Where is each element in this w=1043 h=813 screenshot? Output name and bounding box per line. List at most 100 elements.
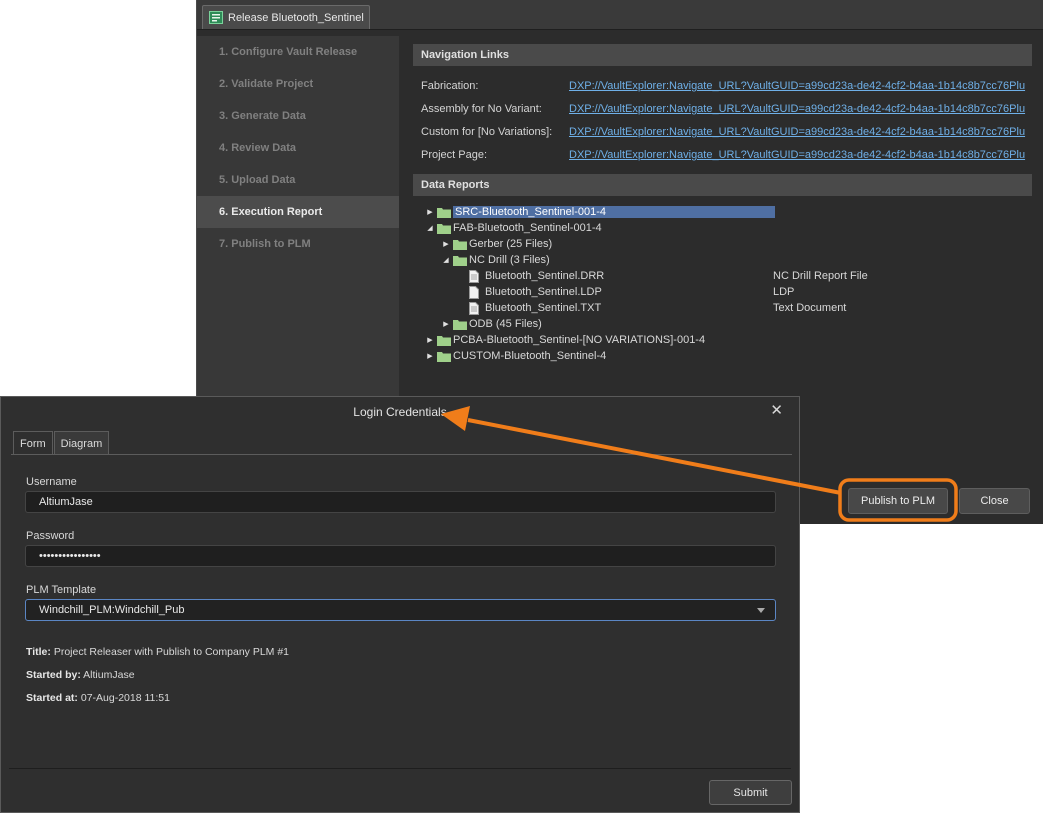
folder-icon — [453, 319, 467, 330]
file-icon — [469, 269, 479, 283]
nav-row-project-page: Project Page: DXP://VaultExplorer:Naviga… — [421, 146, 1043, 164]
triangle-right-icon[interactable]: ▶ — [425, 335, 435, 345]
triangle-right-icon[interactable]: ▶ — [425, 351, 435, 361]
tree-item-file-txt[interactable]: Bluetooth_Sentinel.TXT Text Document — [425, 300, 1043, 316]
step-review-data[interactable]: 4. Review Data — [197, 132, 399, 164]
step-execution-report[interactable]: 6. Execution Report — [197, 196, 399, 228]
step-label: 6. Execution Report — [219, 206, 323, 218]
nav-row-fabrication: Fabrication: DXP://VaultExplorer:Navigat… — [421, 77, 1043, 95]
tree-item-label: CUSTOM-Bluetooth_Sentinel-4 — [453, 350, 607, 362]
folder-icon — [437, 351, 451, 362]
dialog-title: Login Credentials — [353, 405, 447, 419]
step-generate-data[interactable]: 3. Generate Data — [197, 100, 399, 132]
tree-item-gerber[interactable]: ▶ Gerber (25 Files) — [425, 236, 1043, 252]
folder-icon — [437, 223, 451, 234]
info-started-by-value: AltiumJase — [80, 669, 135, 681]
triangle-right-icon[interactable]: ▶ — [441, 319, 451, 329]
nav-label: Fabrication: — [421, 80, 479, 92]
close-button[interactable]: Close — [959, 488, 1030, 514]
file-icon — [469, 301, 479, 315]
plm-template-label: PLM Template — [26, 584, 97, 596]
file-description: NC Drill Report File — [773, 270, 868, 282]
document-tab-bar: Release Bluetooth_Sentinel — [197, 0, 1043, 30]
step-label: 4. Review Data — [219, 142, 297, 154]
tab-form[interactable]: Form — [13, 431, 53, 455]
tab-diagram[interactable]: Diagram — [53, 431, 110, 455]
step-label: 7. Publish to PLM — [219, 238, 311, 250]
step-label: 1. Configure Vault Release — [219, 46, 358, 58]
info-title-value: Project Releaser with Publish to Company… — [50, 646, 290, 658]
folder-icon — [453, 255, 467, 266]
info-started-at-value: 07-Aug-2018 11:51 — [77, 692, 170, 704]
nav-label: Assembly for No Variant: — [421, 103, 542, 115]
nav-link[interactable]: DXP://VaultExplorer:Navigate_URL?VaultGU… — [569, 126, 1025, 138]
nav-row-assembly: Assembly for No Variant: DXP://VaultExpl… — [421, 100, 1043, 118]
nav-row-custom: Custom for [No Variations]: DXP://VaultE… — [421, 123, 1043, 141]
tree-item-label: Gerber (25 Files) — [469, 238, 553, 250]
nav-link[interactable]: DXP://VaultExplorer:Navigate_URL?VaultGU… — [569, 103, 1025, 115]
release-doc-icon — [209, 11, 223, 24]
data-reports-header: Data Reports — [413, 174, 1032, 196]
form-panel: Username AltiumJase Password •••••••••••… — [11, 454, 792, 774]
tree-item-label: ODB (45 Files) — [469, 318, 542, 330]
tree-item-fab[interactable]: ◢ FAB-Bluetooth_Sentinel-001-4 — [425, 220, 1043, 236]
tree-item-label: FAB-Bluetooth_Sentinel-001-4 — [453, 222, 602, 234]
file-description: Text Document — [773, 302, 847, 314]
nav-label: Project Page: — [421, 149, 488, 161]
info-started-at: Started at: 07-Aug-2018 11:51 — [26, 692, 170, 704]
close-icon[interactable]: ✕ — [770, 401, 783, 419]
tree-item-src[interactable]: ▶ SRC-Bluetooth_Sentinel-001-4 — [425, 204, 1043, 220]
password-label: Password — [26, 530, 75, 542]
tree-item-odb[interactable]: ▶ ODB (45 Files) — [425, 316, 1043, 332]
tree-item-custom[interactable]: ▶ CUSTOM-Bluetooth_Sentinel-4 — [425, 348, 1043, 364]
step-upload-data[interactable]: 5. Upload Data — [197, 164, 399, 196]
triangle-down-icon[interactable]: ◢ — [425, 223, 435, 233]
info-started-by: Started by: AltiumJase — [26, 669, 135, 681]
triangle-down-icon[interactable]: ◢ — [441, 255, 451, 265]
info-started-by-key: Started by: — [26, 669, 81, 681]
nav-label: Custom for [No Variations]: — [421, 126, 553, 138]
info-title-key: Title: — [26, 646, 51, 658]
file-description: LDP — [773, 286, 795, 298]
submit-button[interactable]: Submit — [709, 780, 792, 805]
document-tab[interactable]: Release Bluetooth_Sentinel — [202, 5, 370, 29]
plm-template-select[interactable]: Windchill_PLM:Windchill_Pub — [25, 599, 776, 621]
tree-item-file-ldp[interactable]: Bluetooth_Sentinel.LDP LDP — [425, 284, 1043, 300]
footer-divider — [9, 768, 791, 769]
dialog-tabs: Form Diagram — [13, 431, 110, 455]
tree-item-label: Bluetooth_Sentinel.DRR — [485, 270, 605, 282]
step-label: 2. Validate Project — [219, 78, 314, 90]
step-validate-project[interactable]: 2. Validate Project — [197, 68, 399, 100]
password-field[interactable]: •••••••••••••••• — [25, 545, 776, 567]
tree-item-nc-drill[interactable]: ◢ NC Drill (3 Files) — [425, 252, 1043, 268]
login-credentials-dialog: Login Credentials ✕ Form Diagram Usernam… — [0, 396, 800, 813]
tree-item-label: PCBA-Bluetooth_Sentinel-[NO VARIATIONS]-… — [453, 334, 706, 346]
triangle-right-icon[interactable]: ▶ — [425, 207, 435, 217]
info-title: Title: Project Releaser with Publish to … — [26, 646, 289, 658]
folder-icon — [453, 239, 467, 250]
publish-to-plm-button[interactable]: Publish to PLM — [848, 488, 948, 514]
folder-icon — [437, 335, 451, 346]
info-started-at-key: Started at: — [26, 692, 78, 704]
step-label: 5. Upload Data — [219, 174, 296, 186]
tree-item-label: NC Drill (3 Files) — [469, 254, 550, 266]
plm-template-value: Windchill_PLM:Windchill_Pub — [39, 604, 185, 616]
triangle-right-icon[interactable]: ▶ — [441, 239, 451, 249]
tree-item-label: Bluetooth_Sentinel.TXT — [485, 302, 602, 314]
username-field[interactable]: AltiumJase — [25, 491, 776, 513]
file-icon — [469, 285, 479, 299]
tree-item-file-drr[interactable]: Bluetooth_Sentinel.DRR NC Drill Report F… — [425, 268, 1043, 284]
step-publish-to-plm[interactable]: 7. Publish to PLM — [197, 228, 399, 260]
step-label: 3. Generate Data — [219, 110, 306, 122]
tree-item-label: SRC-Bluetooth_Sentinel-001-4 — [453, 206, 775, 218]
username-label: Username — [26, 476, 77, 488]
document-tab-title: Release Bluetooth_Sentinel — [228, 11, 364, 24]
data-reports-tree: ▶ SRC-Bluetooth_Sentinel-001-4 ◢ FAB-Blu… — [425, 204, 1043, 364]
navigation-links-header: Navigation Links — [413, 44, 1032, 66]
step-configure-vault-release[interactable]: 1. Configure Vault Release — [197, 36, 399, 68]
tree-item-pcba[interactable]: ▶ PCBA-Bluetooth_Sentinel-[NO VARIATIONS… — [425, 332, 1043, 348]
chevron-down-icon — [757, 608, 765, 613]
nav-link[interactable]: DXP://VaultExplorer:Navigate_URL?VaultGU… — [569, 149, 1025, 161]
tree-item-label: Bluetooth_Sentinel.LDP — [485, 286, 602, 298]
nav-link[interactable]: DXP://VaultExplorer:Navigate_URL?VaultGU… — [569, 80, 1025, 92]
